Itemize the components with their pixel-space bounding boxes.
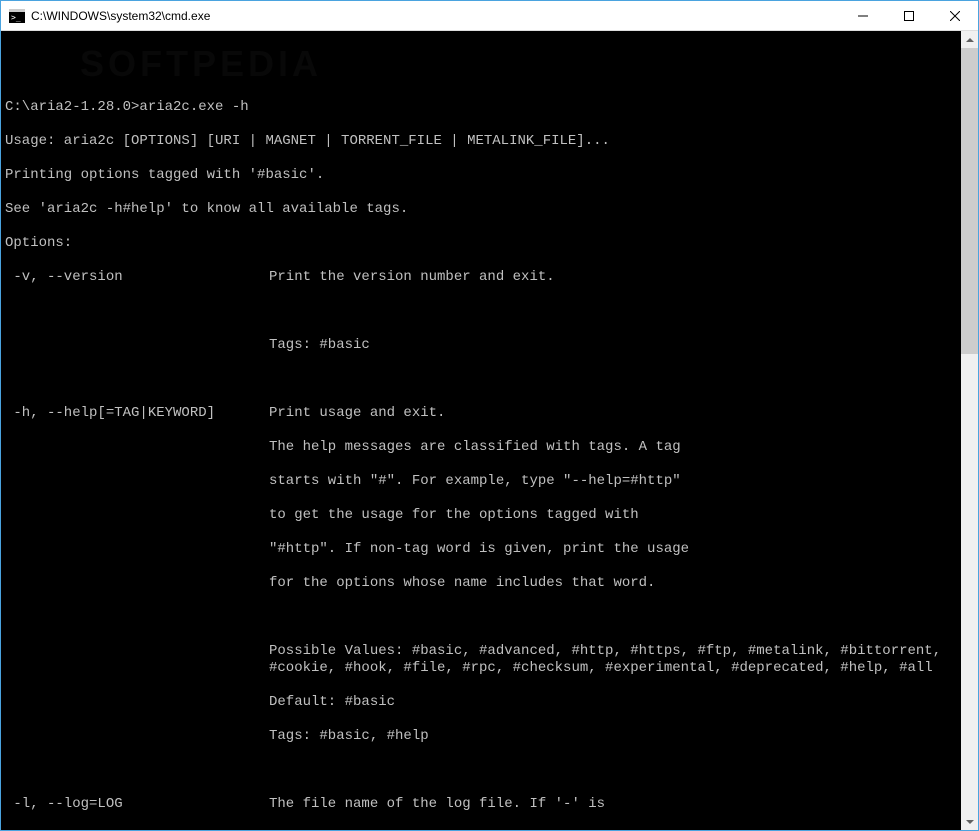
opt-tags: Tags: #basic, #help — [269, 728, 429, 745]
cmd-icon: >_ — [9, 9, 25, 23]
indent — [5, 643, 269, 677]
opt-flag: -v, --version — [5, 269, 269, 286]
indent — [5, 439, 269, 456]
blank-line — [5, 65, 961, 82]
indent — [5, 694, 269, 711]
opt-flag: -h, --help[=TAG|KEYWORD] — [5, 405, 269, 422]
prompt-command: aria2c.exe -h — [139, 99, 248, 115]
opt-pv: Possible Values: #basic, #advanced, #htt… — [269, 643, 961, 677]
opt-desc: Print the version number and exit. — [269, 269, 555, 286]
maximize-button[interactable] — [886, 1, 932, 30]
opt-desc: starts with "#". For example, type "--he… — [269, 473, 681, 490]
opt-help-d3: to get the usage for the options tagged … — [5, 507, 961, 524]
indent — [5, 728, 269, 745]
opt-help-d4: "#http". If non-tag word is given, print… — [5, 541, 961, 558]
printing-line: Printing options tagged with '#basic'. — [5, 167, 961, 184]
svg-text:>_: >_ — [11, 13, 21, 22]
minimize-button[interactable] — [840, 1, 886, 30]
close-button[interactable] — [932, 1, 978, 30]
indent — [5, 507, 269, 524]
opt-desc: for the options whose name includes that… — [269, 575, 655, 592]
indent — [5, 575, 269, 592]
opt-help-def: Default: #basic — [5, 694, 961, 711]
prompt-cwd: C:\aria2-1.28.0> — [5, 99, 139, 115]
opt-log: -l, --log=LOGThe file name of the log fi… — [5, 796, 961, 813]
opt-help-pv: Possible Values: #basic, #advanced, #htt… — [5, 643, 961, 677]
scrollbar-thumb[interactable] — [961, 48, 978, 354]
opt-desc: to get the usage for the options tagged … — [269, 507, 639, 524]
opt-flag: -l, --log=LOG — [5, 796, 269, 813]
titlebar[interactable]: >_ C:\WINDOWS\system32\cmd.exe — [1, 1, 978, 31]
blank-line — [5, 303, 961, 320]
opt-desc: The help messages are classified with ta… — [269, 439, 681, 456]
see-line: See 'aria2c -h#help' to know all availab… — [5, 201, 961, 218]
indent — [5, 473, 269, 490]
client-area: SOFTPEDIA C:\aria2-1.28.0>aria2c.exe -h … — [1, 31, 978, 830]
terminal-output[interactable]: SOFTPEDIA C:\aria2-1.28.0>aria2c.exe -h … — [1, 31, 961, 830]
opt-def: Default: #basic — [269, 694, 395, 711]
prompt-line: C:\aria2-1.28.0>aria2c.exe -h — [5, 99, 961, 116]
blank-line — [5, 371, 961, 388]
opt-help-d2: starts with "#". For example, type "--he… — [5, 473, 961, 490]
indent — [5, 337, 269, 354]
blank-line — [5, 609, 961, 626]
usage-line: Usage: aria2c [OPTIONS] [URI | MAGNET | … — [5, 133, 961, 150]
opt-desc: The file name of the log file. If '-' is — [269, 796, 605, 813]
scroll-down-button[interactable] — [961, 813, 978, 830]
window-title: C:\WINDOWS\system32\cmd.exe — [31, 9, 840, 23]
scrollbar-track[interactable] — [961, 48, 978, 813]
cmd-window: >_ C:\WINDOWS\system32\cmd.exe SOFTPEDIA… — [0, 0, 979, 831]
vertical-scrollbar[interactable] — [961, 31, 978, 830]
opt-help: -h, --help[=TAG|KEYWORD]Print usage and … — [5, 405, 961, 422]
window-controls — [840, 1, 978, 30]
blank-line — [5, 762, 961, 779]
chevron-up-icon — [966, 38, 974, 42]
opt-desc: "#http". If non-tag word is given, print… — [269, 541, 689, 558]
opt-version-tags: Tags: #basic — [5, 337, 961, 354]
opt-help-d1: The help messages are classified with ta… — [5, 439, 961, 456]
indent — [5, 541, 269, 558]
close-icon — [950, 11, 960, 21]
opt-help-tags: Tags: #basic, #help — [5, 728, 961, 745]
opt-help-d5: for the options whose name includes that… — [5, 575, 961, 592]
options-label: Options: — [5, 235, 961, 252]
opt-tags: Tags: #basic — [269, 337, 370, 354]
minimize-icon — [858, 11, 868, 21]
maximize-icon — [904, 11, 914, 21]
opt-desc: Print usage and exit. — [269, 405, 445, 422]
scroll-up-button[interactable] — [961, 31, 978, 48]
chevron-down-icon — [966, 820, 974, 824]
opt-version: -v, --versionPrint the version number an… — [5, 269, 961, 286]
